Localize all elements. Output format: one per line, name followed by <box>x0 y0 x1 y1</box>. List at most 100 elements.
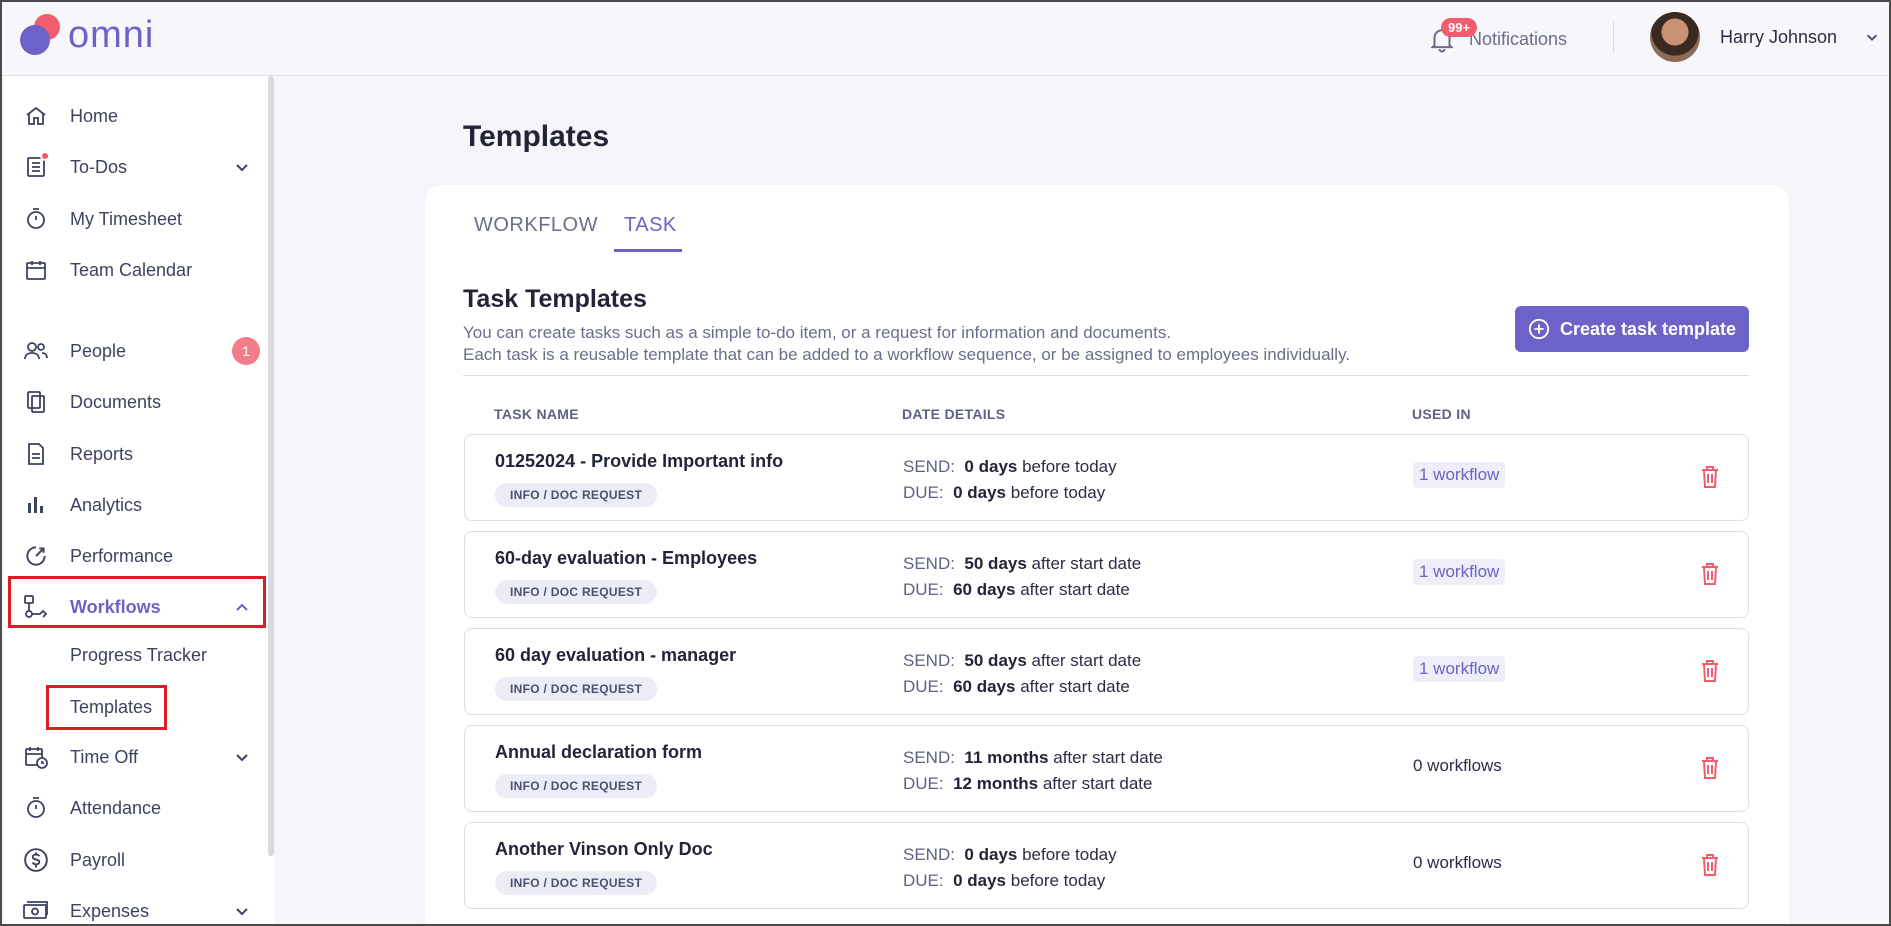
task-type-tag: INFO / DOC REQUEST <box>495 871 658 895</box>
sidebar-item-label: My Timesheet <box>70 208 183 229</box>
highlight-workflows <box>8 576 266 628</box>
sidebar-item-expenses[interactable]: Expenses <box>4 887 266 924</box>
omni-logo[interactable]: omni <box>18 12 154 58</box>
send-label: SEND: <box>903 554 955 573</box>
sidebar-item-my-timesheet[interactable]: My Timesheet <box>4 195 266 243</box>
sidebar-subitem-progress-tracker[interactable]: Progress Tracker <box>70 645 207 666</box>
tab-workflow[interactable]: WORKFLOW <box>474 214 598 237</box>
documents-icon <box>22 388 50 416</box>
trash-icon[interactable] <box>1700 659 1720 683</box>
sidebar-item-label: Performance <box>70 545 174 566</box>
task-name[interactable]: 60 day evaluation - manager <box>495 645 736 666</box>
notifications-button[interactable]: 99+ Notifications <box>1427 16 1567 62</box>
chevron-down-icon <box>1867 34 1878 41</box>
performance-icon <box>22 542 50 570</box>
sidebar: Home To-Dos My Timesheet Team Calendar P… <box>4 76 274 924</box>
due-relative: after start date <box>1020 580 1130 599</box>
notifications-count-badge: 99+ <box>1441 18 1478 37</box>
due-value: 0 days <box>953 483 1007 502</box>
tab-task[interactable]: TASK <box>624 214 677 237</box>
send-relative: after start date <box>1031 651 1142 670</box>
sidebar-item-label: Documents <box>70 391 162 412</box>
due-label: DUE: <box>903 483 944 502</box>
trash-icon[interactable] <box>1700 756 1720 780</box>
chevron-down-icon[interactable] <box>234 749 250 765</box>
due-value: 60 days <box>953 677 1016 696</box>
highlight-templates <box>46 685 167 730</box>
sidebar-item-attendance[interactable]: Attendance <box>4 784 266 832</box>
table-row[interactable]: 01252024 - Provide Important info INFO /… <box>464 434 1749 521</box>
used-in-link[interactable]: 1 workflow <box>1413 462 1506 488</box>
table-row[interactable]: 60 day evaluation - manager INFO / DOC R… <box>464 628 1749 715</box>
used-in-link[interactable]: 1 workflow <box>1413 656 1506 682</box>
used-in-link[interactable]: 1 workflow <box>1413 559 1506 585</box>
report-icon <box>22 440 50 468</box>
create-task-template-button[interactable]: Create task template <box>1515 306 1749 352</box>
description-line-1: You can create tasks such as a simple to… <box>463 323 1172 342</box>
sidebar-item-label: Payroll <box>70 849 126 870</box>
home-icon <box>22 102 50 130</box>
sidebar-item-reports[interactable]: Reports <box>4 430 266 478</box>
calendar-icon <box>22 256 50 284</box>
due-date: DUE: 60 days after start date <box>903 677 1130 697</box>
table-row[interactable]: Another Vinson Only Doc INFO / DOC REQUE… <box>464 822 1749 909</box>
used-in-count: 0 workflows <box>1413 853 1502 872</box>
sidebar-scrollbar[interactable] <box>268 76 274 856</box>
header-divider <box>1613 22 1614 52</box>
people-icon <box>22 337 50 365</box>
column-header-used-in: USED IN <box>1412 406 1471 422</box>
sidebar-item-team-calendar[interactable]: Team Calendar <box>4 246 266 294</box>
task-name[interactable]: Annual declaration form <box>495 742 702 763</box>
sidebar-item-home[interactable]: Home <box>4 92 266 140</box>
send-date: SEND: 0 days before today <box>903 845 1117 865</box>
table-row[interactable]: Annual declaration form INFO / DOC REQUE… <box>464 725 1749 812</box>
sidebar-item-label: Home <box>70 105 119 126</box>
people-count-badge: 1 <box>232 337 260 365</box>
notifications-label: Notifications <box>1469 28 1568 49</box>
due-date: DUE: 0 days before today <box>903 483 1105 503</box>
chevron-down-icon[interactable] <box>234 903 250 919</box>
sidebar-item-label: Attendance <box>70 797 162 818</box>
due-date: DUE: 0 days before today <box>903 871 1105 891</box>
user-menu[interactable]: Harry Johnson <box>1650 11 1879 63</box>
sidebar-item-label: People <box>70 340 127 361</box>
task-type-tag: INFO / DOC REQUEST <box>495 677 658 701</box>
sidebar-item-todos[interactable]: To-Dos <box>4 143 266 191</box>
chevron-down-icon[interactable] <box>234 159 250 175</box>
sidebar-item-people[interactable]: People 1 <box>4 327 266 375</box>
create-task-template-label: Create task template <box>1559 318 1737 339</box>
due-label: DUE: <box>903 871 944 890</box>
task-name[interactable]: 60-day evaluation - Employees <box>495 548 757 569</box>
task-name[interactable]: Another Vinson Only Doc <box>495 839 713 860</box>
section-title: Task Templates <box>463 285 647 313</box>
used-in-count: 0 workflows <box>1413 756 1502 775</box>
send-relative: after start date <box>1053 748 1163 767</box>
due-relative: before today <box>1010 483 1106 502</box>
task-name[interactable]: 01252024 - Provide Important info <box>495 451 783 472</box>
column-header-date-details: DATE DETAILS <box>902 406 1006 422</box>
sidebar-item-time-off[interactable]: Time Off <box>4 733 266 781</box>
trash-icon[interactable] <box>1700 853 1720 877</box>
send-value: 50 days <box>964 651 1027 670</box>
sidebar-item-analytics[interactable]: Analytics <box>4 481 266 529</box>
trash-icon[interactable] <box>1700 562 1720 586</box>
sidebar-item-documents[interactable]: Documents <box>4 378 266 426</box>
avatar <box>1650 12 1700 62</box>
dollar-icon <box>22 846 50 874</box>
send-date: SEND: 0 days before today <box>903 457 1117 477</box>
page-title: Templates <box>463 120 610 153</box>
send-relative: before today <box>1022 457 1117 476</box>
send-label: SEND: <box>903 457 955 476</box>
sidebar-item-label: Team Calendar <box>70 259 193 280</box>
send-value: 0 days <box>964 845 1018 864</box>
description-line-2: Each task is a reusable template that ca… <box>463 345 1351 364</box>
user-name: Harry Johnson <box>1720 26 1838 47</box>
bar-chart-icon <box>22 491 50 519</box>
sidebar-item-payroll[interactable]: Payroll <box>4 836 266 884</box>
table-row[interactable]: 60-day evaluation - Employees INFO / DOC… <box>464 531 1749 618</box>
send-date: SEND: 50 days after start date <box>903 651 1141 671</box>
trash-icon[interactable] <box>1700 465 1720 489</box>
task-type-tag: INFO / DOC REQUEST <box>495 774 658 798</box>
sidebar-item-performance[interactable]: Performance <box>4 532 266 580</box>
logo-mark-icon <box>18 12 64 58</box>
